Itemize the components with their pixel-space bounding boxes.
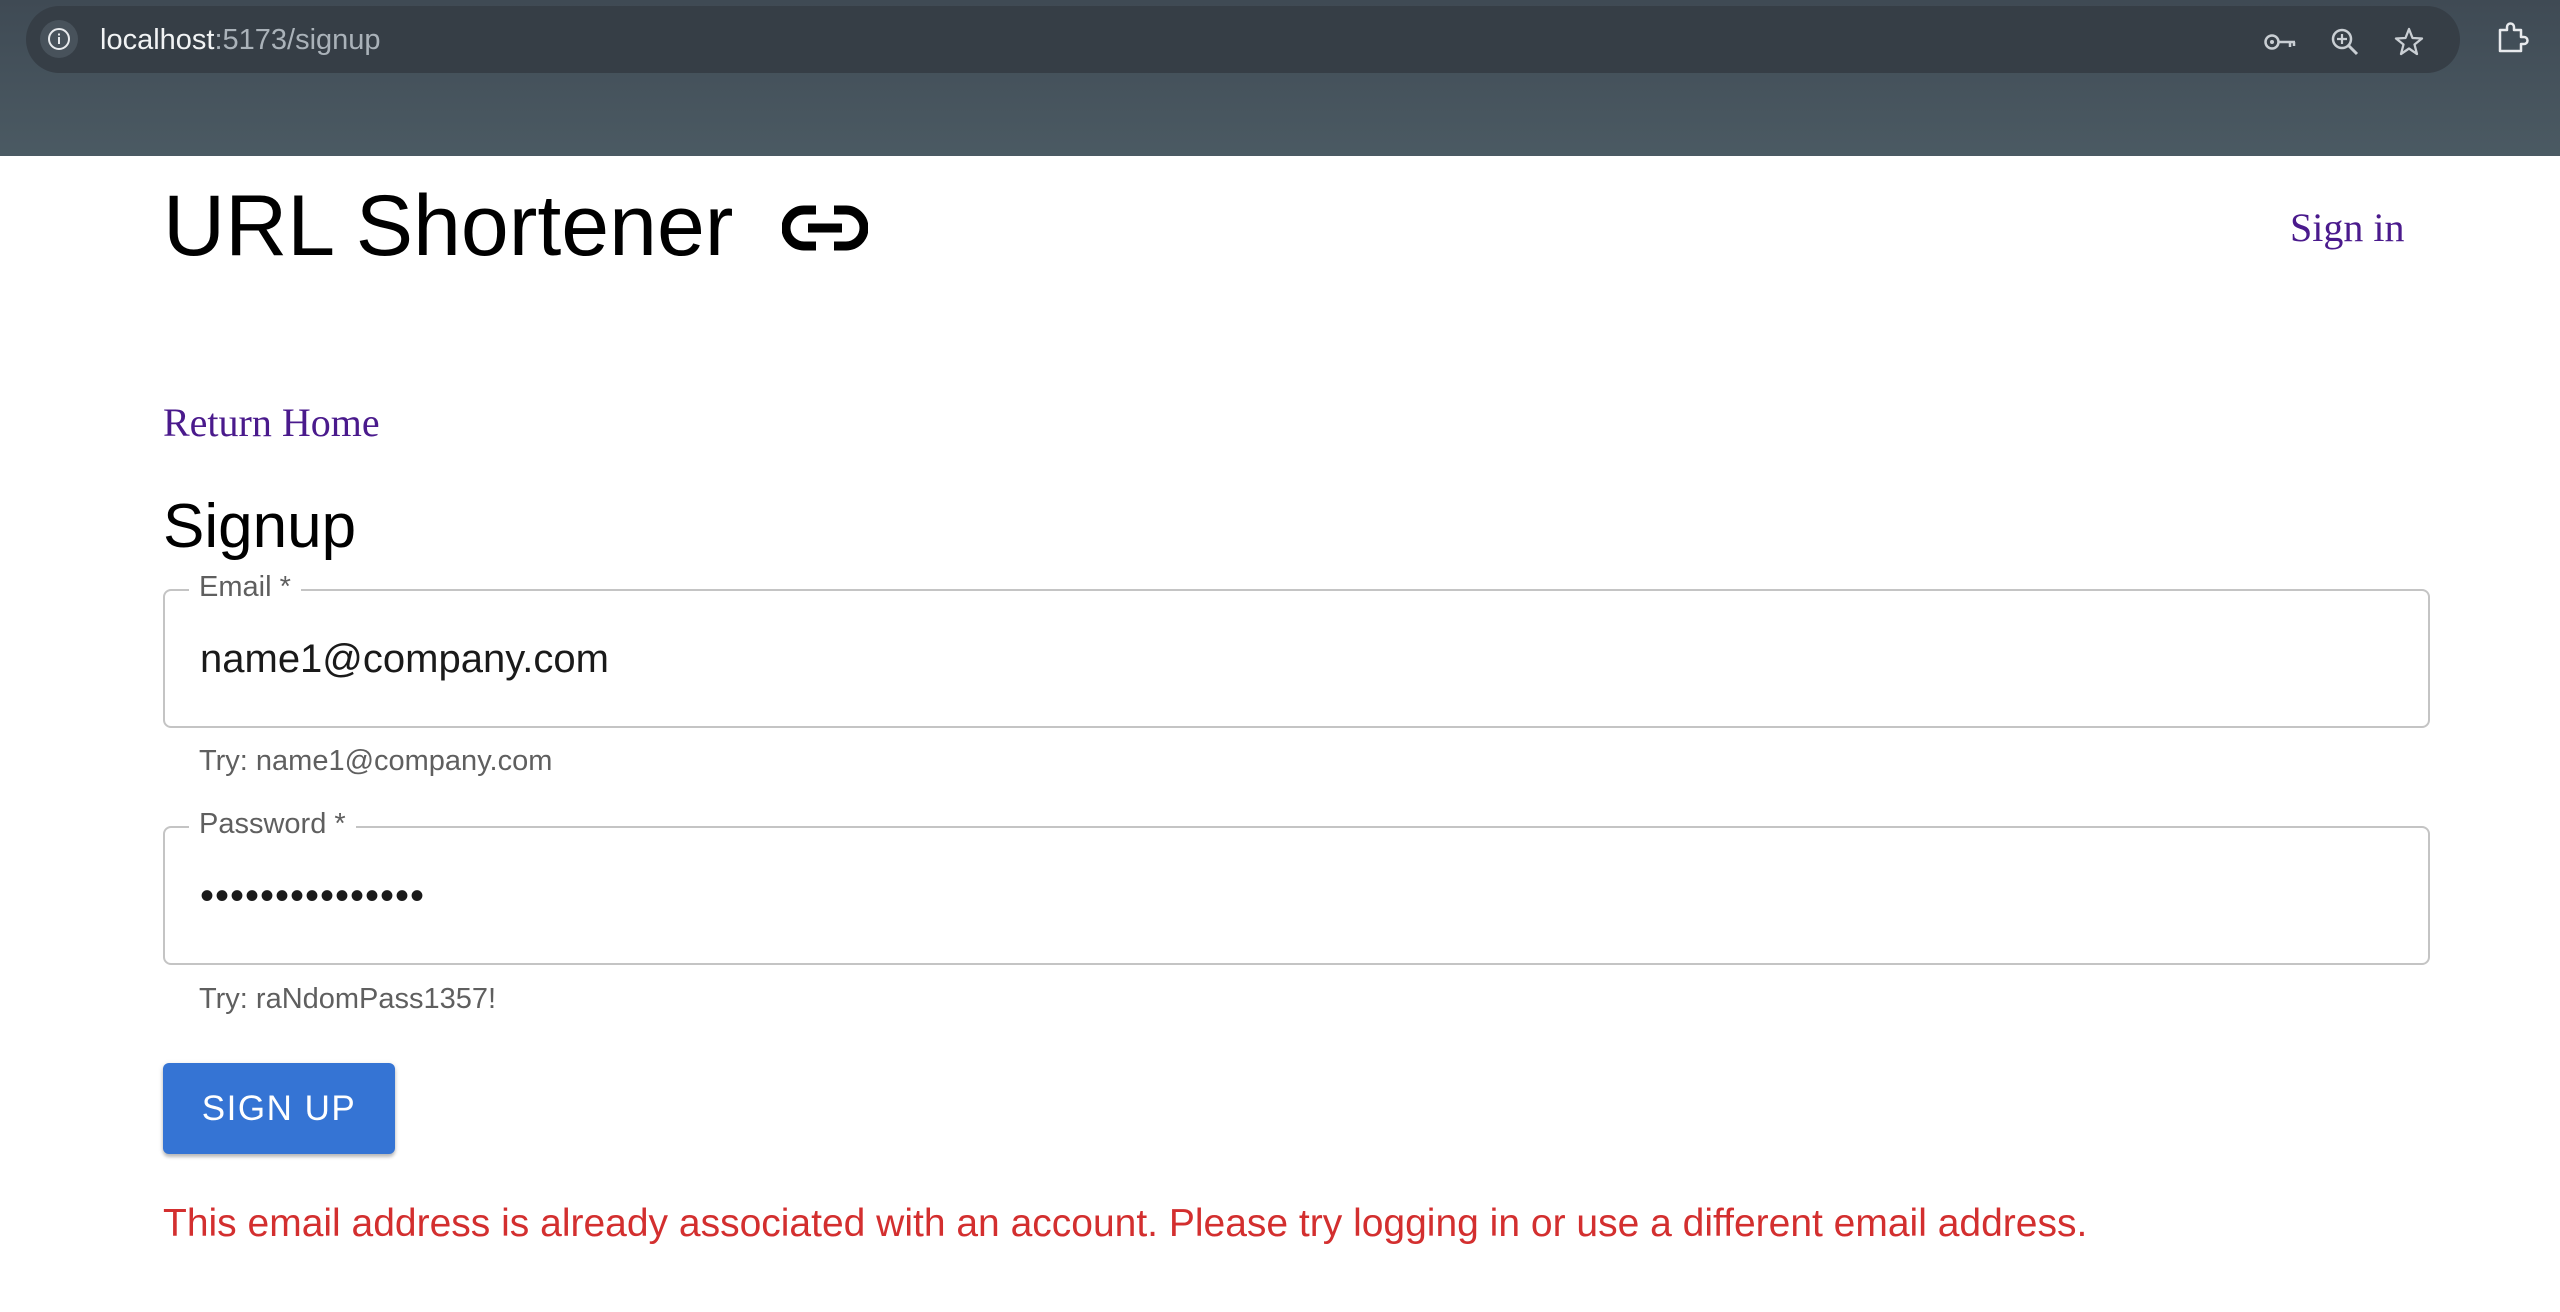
- sign-up-button[interactable]: SIGN UP: [163, 1063, 395, 1154]
- url-path: :5173/signup: [214, 24, 381, 56]
- extensions-icon[interactable]: [2494, 20, 2530, 56]
- star-icon[interactable]: [2391, 26, 2427, 58]
- email-helper-text: Try: name1@company.com: [199, 745, 553, 777]
- url-host: localhost: [100, 24, 215, 56]
- sign-in-link[interactable]: Sign in: [2290, 204, 2404, 252]
- error-message: This email address is already associated…: [163, 1202, 2088, 1245]
- app-title: URL Shortener: [163, 178, 734, 274]
- address-bar-url[interactable]: localhost:5173/signup: [100, 24, 381, 56]
- password-helper-text: Try: raNdomPass1357!: [199, 983, 497, 1015]
- email-field-label: Email *: [189, 569, 301, 605]
- password-field[interactable]: Password * •••••••••••••••: [163, 806, 2430, 965]
- return-home-link[interactable]: Return Home: [163, 399, 380, 447]
- key-icon[interactable]: [2262, 26, 2298, 58]
- page-title: Signup: [163, 492, 357, 561]
- password-input[interactable]: •••••••••••••••: [200, 872, 2380, 920]
- link-icon: [781, 196, 869, 260]
- email-input[interactable]: name1@company.com: [200, 635, 2380, 683]
- zoom-icon[interactable]: [2327, 26, 2363, 58]
- browser-toolbar: localhost:5173/signup: [0, 0, 2560, 156]
- address-bar[interactable]: localhost:5173/signup: [26, 6, 2460, 73]
- password-field-label: Password *: [189, 806, 356, 842]
- email-field[interactable]: Email * name1@company.com: [163, 569, 2430, 728]
- info-icon[interactable]: [40, 20, 78, 58]
